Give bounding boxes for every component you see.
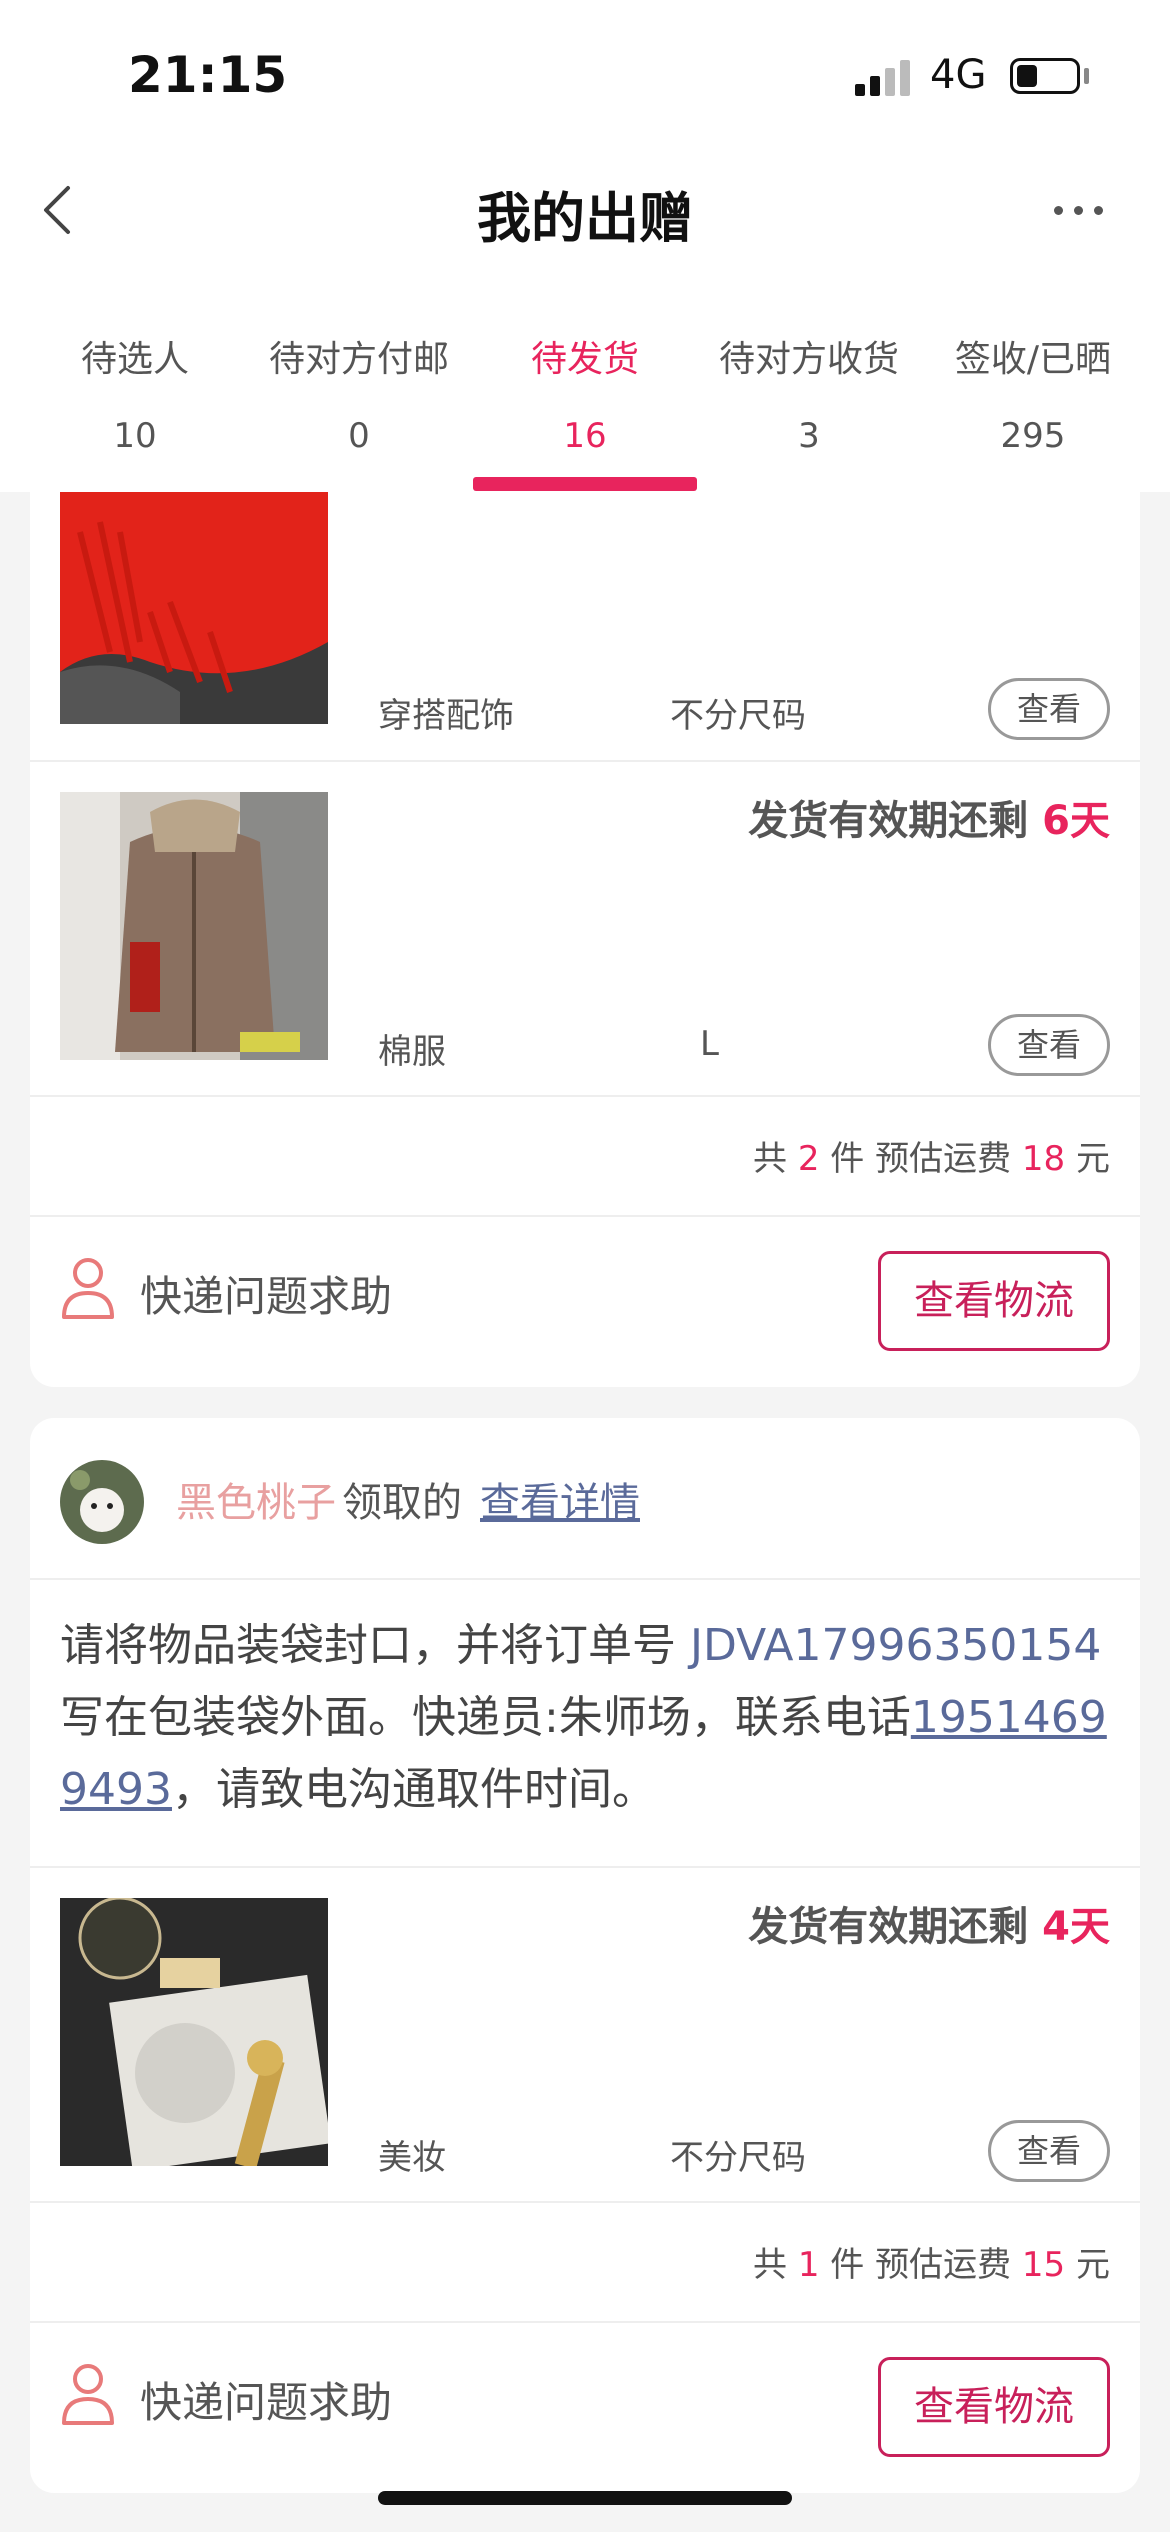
card-actions: 快递问题求助 查看物流 bbox=[30, 2321, 1140, 2493]
tab-pending-select[interactable]: 待选人 10 bbox=[23, 300, 247, 492]
battery-tip bbox=[1084, 68, 1089, 84]
status-time: 21:15 bbox=[128, 46, 288, 104]
scarf-photo bbox=[60, 492, 328, 724]
receiver-name[interactable]: 黑色桃子 bbox=[176, 1470, 336, 1528]
view-button[interactable]: 查看 bbox=[988, 1014, 1110, 1076]
item-category: 穿搭配饰 bbox=[378, 696, 514, 736]
item-size: L bbox=[700, 1024, 719, 1064]
receive-label: 领取的 bbox=[342, 1480, 462, 1526]
instruction-prefix: 请将物品装袋封口，并将订单号 bbox=[60, 1620, 690, 1671]
currency: 元 bbox=[1076, 1139, 1110, 1179]
item-category: 棉服 bbox=[378, 1032, 446, 1072]
status-tabs: 待选人 10 待对方付邮 0 待发货 16 待对方收货 3 签收/已晒 295 bbox=[0, 300, 1170, 492]
deadline-days: 4天 bbox=[1042, 1904, 1110, 1950]
more-icon[interactable] bbox=[1050, 200, 1110, 220]
view-detail-link[interactable]: 查看详情 bbox=[480, 1470, 640, 1528]
item-row[interactable]: 穿搭配饰 不分尺码 查看 bbox=[30, 492, 1140, 760]
beauty-device-photo bbox=[60, 1898, 328, 2166]
tab-count: 10 bbox=[113, 416, 157, 456]
signal-icon bbox=[855, 58, 915, 96]
tab-pending-postage[interactable]: 待对方付邮 0 bbox=[247, 300, 471, 492]
receiver-row: 黑色桃子 领取的 查看详情 bbox=[30, 1418, 1140, 1578]
courier-help-link[interactable]: 快递问题求助 bbox=[140, 2369, 392, 2430]
summary-prefix: 共 bbox=[753, 2245, 788, 2285]
active-tab-indicator bbox=[473, 477, 697, 491]
tab-count: 0 bbox=[348, 416, 370, 456]
nav-header: 我的出赠 bbox=[0, 150, 1170, 300]
summary-prefix: 共 bbox=[753, 1139, 788, 1179]
deadline-label: 发货有效期还剩 bbox=[748, 1904, 1029, 1950]
tab-label: 待对方付邮 bbox=[268, 339, 449, 380]
network-label: 4G bbox=[930, 52, 987, 98]
donation-card: 穿搭配饰 不分尺码 查看 发货有效期还剩 6天 棉服 L 查看 共 2 件 预估… bbox=[30, 492, 1140, 1387]
status-bar: 21:15 4G bbox=[0, 0, 1170, 150]
shipping-summary: 共 1 件 预估运费 15 元 bbox=[30, 2201, 1140, 2323]
instruction-middle: 写在包装袋外面。快递员:朱师场，联系电话 bbox=[60, 1692, 911, 1743]
item-row[interactable]: 发货有效期还剩 6天 棉服 L 查看 bbox=[30, 760, 1140, 1097]
instruction-text: 请将物品装袋封口，并将订单号 JDVA17996350154 写在包装袋外面。快… bbox=[60, 1610, 1110, 1826]
shipping-fee: 15 bbox=[1021, 2245, 1066, 2285]
home-indicator[interactable] bbox=[378, 2491, 792, 2505]
tab-count: 295 bbox=[1000, 416, 1066, 456]
avatar[interactable] bbox=[60, 1460, 144, 1544]
instruction-suffix: ，请致电沟通取件时间。 bbox=[171, 1764, 656, 1815]
tab-received[interactable]: 签收/已晒 295 bbox=[921, 300, 1145, 492]
person-icon bbox=[62, 2364, 114, 2425]
summary-unit: 件 预估运费 bbox=[830, 1139, 1012, 1179]
view-logistics-button[interactable]: 查看物流 bbox=[878, 2357, 1110, 2457]
tab-label: 待对方收货 bbox=[718, 339, 899, 380]
tab-pending-shipment[interactable]: 待发货 16 bbox=[473, 300, 697, 492]
deadline-days: 6天 bbox=[1042, 798, 1110, 844]
shipping-fee: 18 bbox=[1021, 1139, 1066, 1179]
item-count: 2 bbox=[797, 1139, 820, 1179]
courier-help-link[interactable]: 快递问题求助 bbox=[140, 1263, 392, 1324]
item-row[interactable]: 发货有效期还剩 4天 美妆 不分尺码 查看 bbox=[30, 1866, 1140, 2203]
ship-deadline: 发货有效期还剩 4天 bbox=[748, 1894, 1110, 1952]
battery-icon bbox=[1010, 58, 1080, 94]
deadline-label: 发货有效期还剩 bbox=[748, 798, 1029, 844]
shipping-summary: 共 2 件 预估运费 18 元 bbox=[30, 1095, 1140, 1217]
summary-text: 共 2 件 预估运费 18 元 bbox=[753, 1131, 1110, 1180]
view-button[interactable]: 查看 bbox=[988, 2120, 1110, 2182]
coat-photo bbox=[60, 792, 328, 1060]
item-category: 美妆 bbox=[378, 2138, 446, 2178]
tab-count: 16 bbox=[563, 416, 607, 456]
currency: 元 bbox=[1076, 2245, 1110, 2285]
view-logistics-button[interactable]: 查看物流 bbox=[878, 1251, 1110, 1351]
tab-label: 待发货 bbox=[530, 339, 639, 380]
item-size: 不分尺码 bbox=[670, 2138, 806, 2178]
donation-card: 黑色桃子 领取的 查看详情 请将物品装袋封口，并将订单号 JDVA1799635… bbox=[30, 1418, 1140, 2493]
tab-count: 3 bbox=[798, 416, 820, 456]
page-title: 我的出赠 bbox=[477, 187, 693, 250]
tab-pending-receipt[interactable]: 待对方收货 3 bbox=[697, 300, 921, 492]
card-actions: 快递问题求助 查看物流 bbox=[30, 1215, 1140, 1387]
order-number: JDVA17996350154 bbox=[690, 1620, 1102, 1671]
tab-label: 签收/已晒 bbox=[954, 339, 1112, 380]
summary-unit: 件 预估运费 bbox=[830, 2245, 1012, 2285]
summary-text: 共 1 件 预估运费 15 元 bbox=[753, 2237, 1110, 2286]
ship-deadline: 发货有效期还剩 6天 bbox=[748, 788, 1110, 846]
item-size: 不分尺码 bbox=[670, 696, 806, 736]
tab-label: 待选人 bbox=[80, 339, 189, 380]
item-count: 1 bbox=[797, 2245, 820, 2285]
person-icon bbox=[62, 1258, 114, 1319]
shipping-instruction: 请将物品装袋封口，并将订单号 JDVA17996350154 写在包装袋外面。快… bbox=[30, 1578, 1140, 1868]
view-button[interactable]: 查看 bbox=[988, 678, 1110, 740]
